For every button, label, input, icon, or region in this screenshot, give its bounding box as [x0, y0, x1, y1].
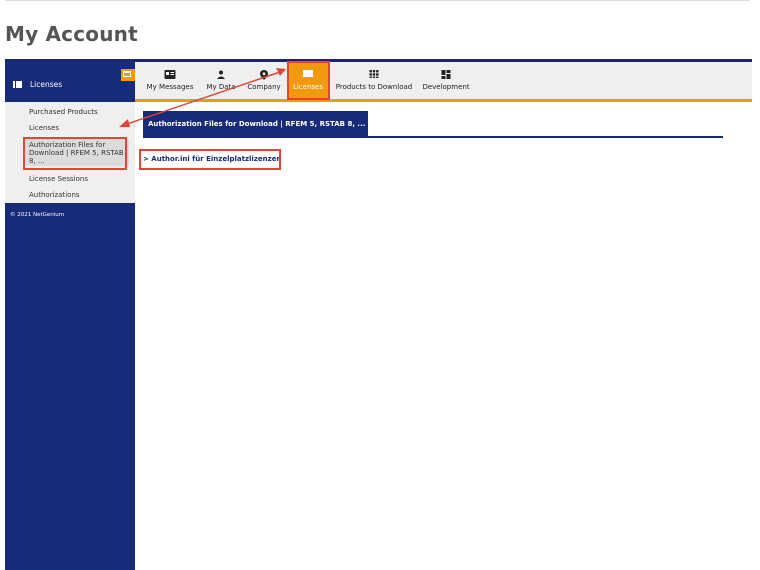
arrowhead-left [119, 119, 130, 127]
annotation-arrow [119, 68, 286, 127]
arrowhead-right [276, 68, 286, 76]
arrow-line [123, 71, 281, 126]
